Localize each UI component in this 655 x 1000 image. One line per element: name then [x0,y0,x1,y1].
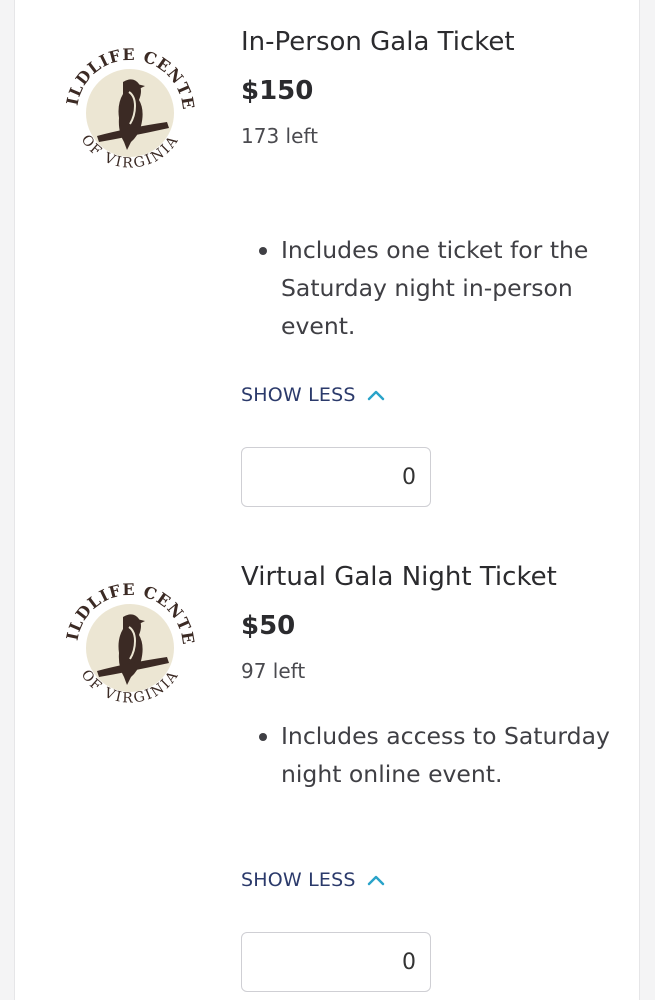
wildlife-center-logo: WILDLIFE CENTER OF VIRGINIA [59,42,201,184]
quantity-input[interactable] [241,932,431,992]
bullet-icon [259,247,267,255]
ticket-list: WILDLIFE CENTER OF VIRGINIA In-Person Ga… [14,0,640,1000]
ticket-price: $150 [241,76,314,106]
tickets-remaining: 97 left [241,659,306,683]
quantity-input[interactable] [241,447,431,507]
description-item: Includes one ticket for the Saturday nig… [241,231,621,345]
ticket-price: $50 [241,611,296,641]
ticket-title: In-Person Gala Ticket [241,27,515,57]
description-text: Includes one ticket for the Saturday nig… [281,236,589,340]
ticket-title: Virtual Gala Night Ticket [241,562,557,592]
description-text: Includes access to Saturday night online… [281,722,610,788]
wildlife-center-logo: WILDLIFE CENTER OF VIRGINIA [59,577,201,719]
tickets-remaining: 173 left [241,124,318,148]
show-less-button[interactable]: SHOW LESS [241,384,386,406]
ticket-description: Includes one ticket for the Saturday nig… [241,231,621,345]
chevron-up-icon [367,390,384,401]
ticket-description: Includes access to Saturday night online… [241,717,621,793]
bullet-icon [259,733,267,741]
ticket-info: Virtual Gala Night Ticket $50 97 left In… [241,561,631,992]
show-less-label: SHOW LESS [241,869,356,891]
show-less-button[interactable]: SHOW LESS [241,869,386,891]
ticket-info: In-Person Gala Ticket $150 173 left Incl… [241,26,631,507]
chevron-up-icon [367,875,384,886]
show-less-label: SHOW LESS [241,384,356,406]
description-item: Includes access to Saturday night online… [241,717,621,793]
